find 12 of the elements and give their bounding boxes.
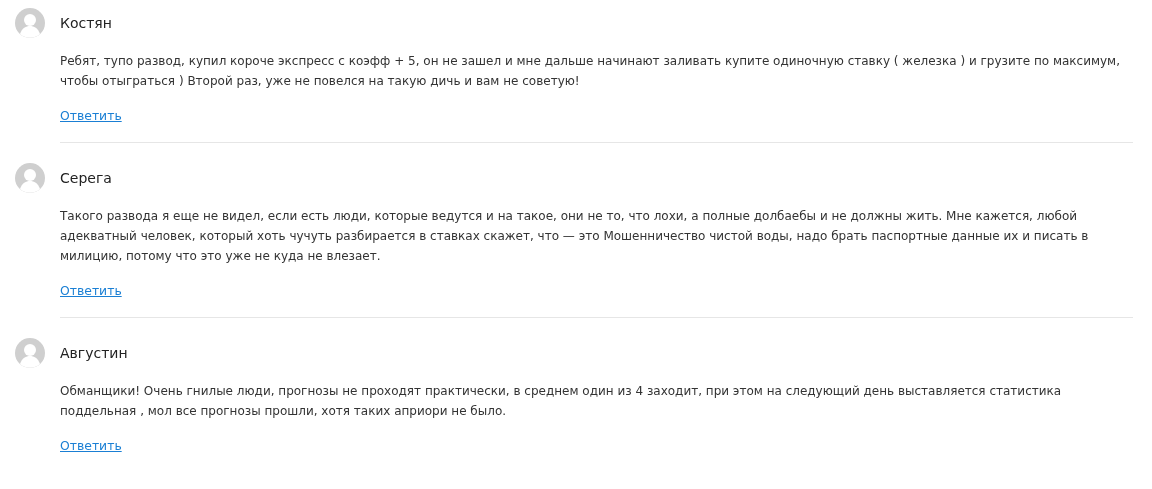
reply-link[interactable]: Ответить <box>60 283 122 298</box>
comment-text: Обманщики! Очень гнилые люди, прогнозы не проходят практически, в среднем один из 4 заходит, при этом на следующий день выставляется статистика поддельная , мол все прогнозы прошли, хотя таких априори не было. <box>60 383 1063 420</box>
author-name: Костян <box>60 15 112 31</box>
avatar-icon <box>15 163 45 193</box>
reply-link[interactable]: Ответить <box>60 438 122 453</box>
comment-text: Ребят, тупо развод, купил короче экспресс с коэфф + 5, он не зашел и мне дальше начинают заливать купите одиночную ставку ( железка ) и грузите по максимум, чтобы отыграться ) Второй раз, уже не повелся на такую дичь и вам не советую! <box>60 53 1121 90</box>
comment-text: Такого развода я еще не видел, если есть люди, которые ведутся и на такое, они не то, что лохи, а полные долбаебы и не должны жить. Мне кажется, любой адекватный человек, который хоть чучуть разбирается в ставках скажет, что — это Мошенничество чистой воды, надо брать паспортные данные их и писать в милицию, потому что это уже не куда не влезает. <box>60 208 1090 265</box>
reply-link[interactable]: Ответить <box>60 108 122 123</box>
author-name: Серега <box>60 170 112 186</box>
avatar-icon <box>15 338 45 368</box>
author-name: Августин <box>60 345 128 361</box>
avatar-icon <box>15 8 45 38</box>
